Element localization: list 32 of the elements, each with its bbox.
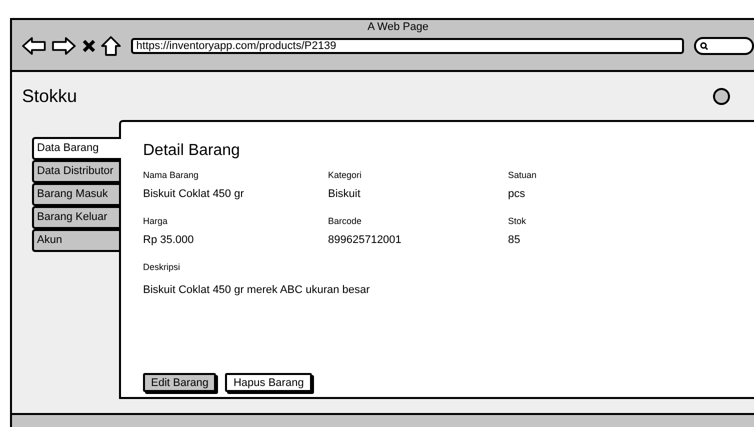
field-label: Barcode xyxy=(328,215,363,228)
nav-tab[interactable]: Data Barang xyxy=(32,137,121,160)
field-value: 899625712001 xyxy=(328,233,402,248)
panel-title: Detail Barang xyxy=(143,141,241,161)
nav-tab[interactable]: Data Distributor xyxy=(32,160,119,183)
field-value: 85 xyxy=(508,233,522,248)
field-value: Rp 35.000 xyxy=(143,233,195,248)
field-label: Deskripsi xyxy=(143,261,182,274)
close-icon[interactable] xyxy=(82,39,96,53)
field-value: Biskuit xyxy=(328,187,362,202)
nav-tab[interactable]: Barang Masuk xyxy=(32,183,119,206)
nav-tab[interactable]: Barang Keluar xyxy=(32,206,119,229)
profile-icon[interactable] xyxy=(713,88,730,104)
app-title: Stokku xyxy=(22,84,78,108)
field-value: pcs xyxy=(508,187,526,202)
search-icon xyxy=(700,42,708,50)
field-label: Nama Barang xyxy=(143,169,200,182)
forward-icon[interactable] xyxy=(52,37,76,55)
home-icon[interactable] xyxy=(101,36,122,56)
field-value: Biskuit Coklat 450 gr xyxy=(143,187,245,202)
action-button[interactable]: Hapus Barang xyxy=(225,373,312,392)
window-title: A Web Page xyxy=(368,21,428,33)
field-label: Harga xyxy=(143,215,169,228)
url-field[interactable]: https://inventoryapp.com/products/P2139 xyxy=(131,38,684,54)
field-value: Biskuit Coklat 450 gr merek ABC ukuran besar xyxy=(143,283,371,298)
field-label: Satuan xyxy=(508,169,538,182)
field-label: Kategori xyxy=(328,169,363,182)
nav-tab[interactable]: Akun xyxy=(32,229,119,252)
back-icon[interactable] xyxy=(22,37,46,55)
action-button[interactable]: Edit Barang xyxy=(143,373,216,392)
field-label: Stok xyxy=(508,215,528,228)
search-field[interactable] xyxy=(694,37,754,55)
